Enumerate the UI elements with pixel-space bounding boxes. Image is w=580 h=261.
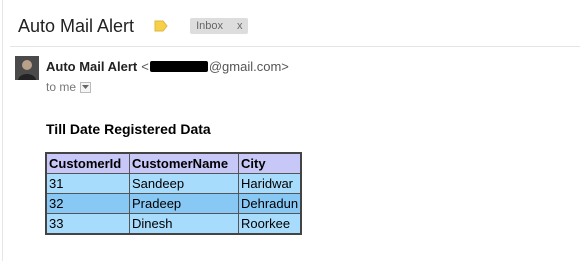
sender-address: < @gmail.com> bbox=[141, 59, 289, 74]
remove-label-button[interactable]: x bbox=[237, 20, 243, 32]
email-subject: Auto Mail Alert bbox=[18, 15, 135, 36]
table-cell: 33 bbox=[45, 213, 130, 235]
table-cell: Haridwar bbox=[238, 173, 302, 194]
avatar[interactable] bbox=[15, 56, 39, 80]
subject-row: Auto Mail Alert Inbox x bbox=[18, 12, 249, 40]
table-row: 32 Pradeep Dehradun bbox=[45, 193, 302, 214]
redacted-block bbox=[149, 61, 208, 72]
sender-address-domain: @gmail.com> bbox=[208, 59, 289, 74]
table-row: 33 Dinesh Roorkee bbox=[45, 213, 302, 235]
left-border bbox=[2, 0, 3, 261]
table-header-row: CustomerId CustomerName City bbox=[45, 152, 302, 174]
sender-address-open: < bbox=[141, 59, 149, 74]
table-cell: Dinesh bbox=[129, 213, 239, 235]
email-body-heading: Till Date Registered Data bbox=[46, 121, 211, 137]
inbox-label-text: Inbox bbox=[196, 20, 223, 32]
table-row: 31 Sandeep Haridwar bbox=[45, 173, 302, 194]
inbox-label-chip[interactable]: Inbox x bbox=[190, 18, 249, 34]
table-cell: 31 bbox=[45, 173, 130, 194]
chevron-down-icon[interactable] bbox=[80, 81, 92, 93]
importance-marker-icon[interactable] bbox=[154, 20, 168, 32]
table-cell: 32 bbox=[45, 193, 130, 214]
sender-line: Auto Mail Alert < @gmail.com> bbox=[46, 59, 289, 74]
sender-name[interactable]: Auto Mail Alert bbox=[46, 59, 137, 74]
column-header: City bbox=[238, 152, 302, 174]
header-divider bbox=[10, 46, 580, 47]
registered-data-table: CustomerId CustomerName City 31 Sandeep … bbox=[45, 152, 303, 235]
table-cell: Roorkee bbox=[238, 213, 302, 235]
column-header: CustomerId bbox=[45, 152, 130, 174]
recipient-text: to me bbox=[46, 80, 77, 94]
table-cell: Pradeep bbox=[129, 193, 239, 214]
recipient-line: to me bbox=[46, 80, 92, 94]
column-header: CustomerName bbox=[129, 152, 239, 174]
table-cell: Dehradun bbox=[238, 193, 302, 214]
table-cell: Sandeep bbox=[129, 173, 239, 194]
